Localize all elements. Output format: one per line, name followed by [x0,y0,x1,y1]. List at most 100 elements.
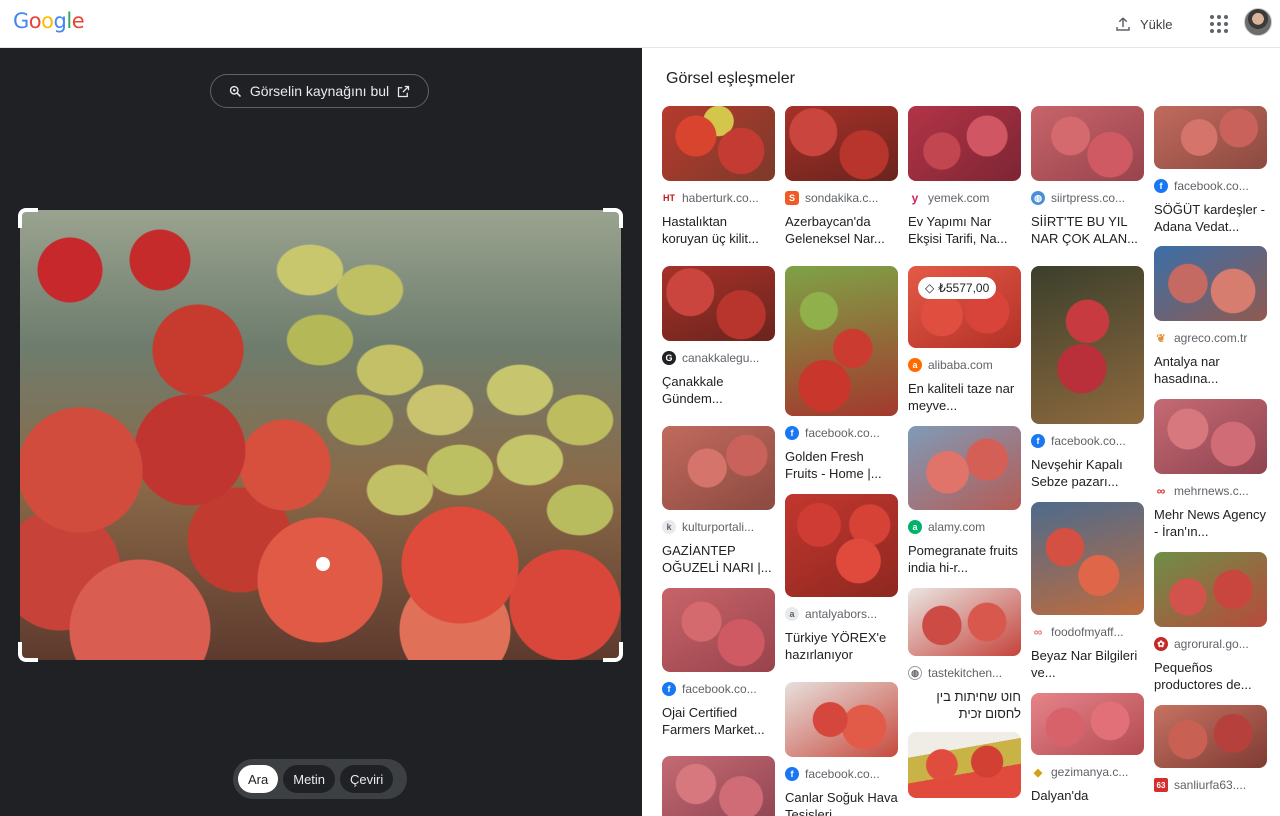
result-thumbnail[interactable] [908,588,1021,656]
result-thumbnail[interactable] [662,756,775,816]
result-source: facebook.co... [805,426,880,440]
google-logo[interactable]: Google [13,9,85,33]
apps-grid-icon[interactable] [1207,12,1229,34]
result-thumbnail[interactable] [662,588,775,672]
result-card[interactable] [662,756,775,816]
result-card[interactable]: ◍ tastekitchen... חוט שחיתות בין לחסום זכ… [908,588,1021,722]
result-card[interactable]: Gcanakkalegu... Çanakkale Gündem... [662,266,775,407]
mode-search[interactable]: Ara [238,765,279,793]
result-card[interactable]: HT haberturk.co... Hastalıktan koruyan üç… [662,106,775,247]
result-source: sondakika.c... [805,191,879,205]
find-source-label: Görselin kaynağını bul [249,83,390,99]
result-card[interactable]: y yemek.com Ev Yapımı Nar Ekşisi Tarifi, … [908,106,1021,247]
crop-handle-top-left[interactable] [18,208,38,228]
result-card[interactable]: ◇ ₺5577,00 a alibaba.com En kaliteli taze … [908,266,1021,414]
result-card[interactable]: ❦ agreco.com.tr Antalya nar hasadına... [1154,246,1267,387]
result-thumbnail[interactable] [1154,399,1267,474]
results-title: Görsel eşleşmeler [666,70,795,87]
result-source: canakkalegu... [682,351,760,365]
sanliurfa-icon: 63 [1154,778,1168,792]
result-thumbnail[interactable] [1154,552,1267,627]
result-card[interactable]: k kulturportali... GAZİANTEP OĞUZELİ NARI… [662,426,775,576]
result-card[interactable]: a alamy.com Pomegranate fruits india hi-r… [908,426,1021,576]
siirtpress-icon: ◍ [1031,191,1045,205]
top-bar: Google Yükle [0,0,1280,48]
result-card[interactable]: f facebook.co... Golden Fresh Fruits - Ho… [785,266,898,482]
result-thumbnail[interactable] [908,426,1021,510]
result-thumbnail[interactable] [908,732,1021,798]
result-thumbnail[interactable] [785,682,898,757]
result-title: חוט שחיתות בין לחסום זכית אומללו... [936,689,1021,721]
result-card[interactable]: f facebook.co... SÖĞÜT kardeşler - Adana … [1154,106,1267,235]
result-source: antalyabors... [805,607,878,621]
facebook-icon: f [785,426,799,440]
haberturk-icon: HT [662,191,676,205]
result-source: kulturportali... [682,520,755,534]
object-selection-dot[interactable] [316,557,330,571]
globe-icon: ◍ [908,666,922,680]
crop-handle-bottom-left[interactable] [18,642,38,662]
result-title: Pomegranate fruits india hi-r... [908,543,1018,575]
mode-translate[interactable]: Çeviri [340,765,394,793]
result-card[interactable]: Ssondakika.c... Azerbaycan'da Geleneksel… [785,106,898,247]
account-avatar[interactable] [1244,8,1272,36]
tag-icon: ◇ [925,281,935,295]
result-card[interactable]: f facebook.co... Canlar Soğuk Hava Tesisl… [785,682,898,816]
result-title: Dalyan'da [1031,788,1089,803]
crop-handle-top-right[interactable] [603,208,623,228]
result-title: Pequeños productores de... [1154,660,1252,692]
result-card[interactable]: a antalyabors... Türkiye YÖREX'e hazırlan… [785,494,898,663]
result-thumbnail[interactable] [1154,246,1267,321]
agreco-icon: ❦ [1154,331,1168,345]
result-card[interactable]: ◍ siirtpress.co... SİİRT'TE BU YIL NAR ÇO… [1031,106,1144,247]
result-thumbnail[interactable] [1154,705,1267,768]
result-thumbnail[interactable] [785,106,898,181]
result-source: foodofmyaff... [1051,625,1124,639]
result-thumbnail[interactable] [662,426,775,510]
result-title: Azerbaycan'da Geleneksel Nar... [785,214,885,246]
lens-search-icon [229,85,241,97]
result-thumbnail[interactable] [785,266,898,416]
antalyaborsa-icon: a [785,607,799,621]
result-card[interactable]: f facebook.co... Nevşehir Kapalı Sebze pa… [1031,266,1144,490]
result-card[interactable]: f facebook.co... Ojai Certified Farmers M… [662,588,775,738]
result-card[interactable]: ∞ mehrnews.c... Mehr News Agency - İran'ı… [1154,399,1267,540]
results-column: HT haberturk.co... Hastalıktan koruyan üç… [662,106,775,816]
result-source: mehrnews.c... [1174,484,1249,498]
result-thumbnail[interactable] [1031,266,1144,424]
result-card[interactable]: ✿ agrorural.go... Pequeños productores de… [1154,552,1267,693]
result-thumbnail[interactable]: ◇ ₺5577,00 [908,266,1021,348]
crop-handle-bottom-right[interactable] [603,642,623,662]
result-card[interactable]: ∞ foodofmyaff... Beyaz Nar Bilgileri ve..… [1031,502,1144,681]
result-thumbnail[interactable] [1031,502,1144,615]
result-source: facebook.co... [1174,179,1249,193]
result-source: facebook.co... [682,682,757,696]
result-thumbnail[interactable] [908,106,1021,181]
result-title: Çanakkale Gündem... [662,374,724,406]
results-column: y yemek.com Ev Yapımı Nar Ekşisi Tarifi, … [908,106,1021,798]
result-thumbnail[interactable] [1154,106,1267,169]
result-card[interactable] [908,732,1021,798]
result-card[interactable]: 63 sanliurfa63.... [1154,705,1267,793]
result-source: tastekitchen... [928,666,1003,680]
result-source: siirtpress.co... [1051,191,1126,205]
results-column: Ssondakika.c... Azerbaycan'da Geleneksel… [785,106,898,816]
results-panel: Görsel eşleşmeler HT haberturk.co... Hast… [642,48,1280,816]
upload-button[interactable]: Yükle [1106,9,1181,39]
result-card[interactable]: ◆ gezimanya.c... Dalyan'da [1031,693,1144,816]
upload-icon [1116,17,1130,31]
result-thumbnail[interactable] [785,494,898,597]
result-source: alibaba.com [928,358,993,372]
find-image-source-button[interactable]: Görselin kaynağını bul [210,74,429,108]
result-thumbnail[interactable] [662,106,775,181]
result-thumbnail[interactable] [662,266,775,341]
result-thumbnail[interactable] [1031,106,1144,181]
query-image[interactable] [20,210,621,660]
result-title: Nevşehir Kapalı Sebze pazarı... [1031,457,1123,489]
result-source: alamy.com [928,520,986,534]
agrorural-icon: ✿ [1154,637,1168,651]
yemek-icon: y [908,191,922,205]
mode-text[interactable]: Metin [283,765,336,793]
result-source: facebook.co... [805,767,880,781]
result-thumbnail[interactable] [1031,693,1144,755]
